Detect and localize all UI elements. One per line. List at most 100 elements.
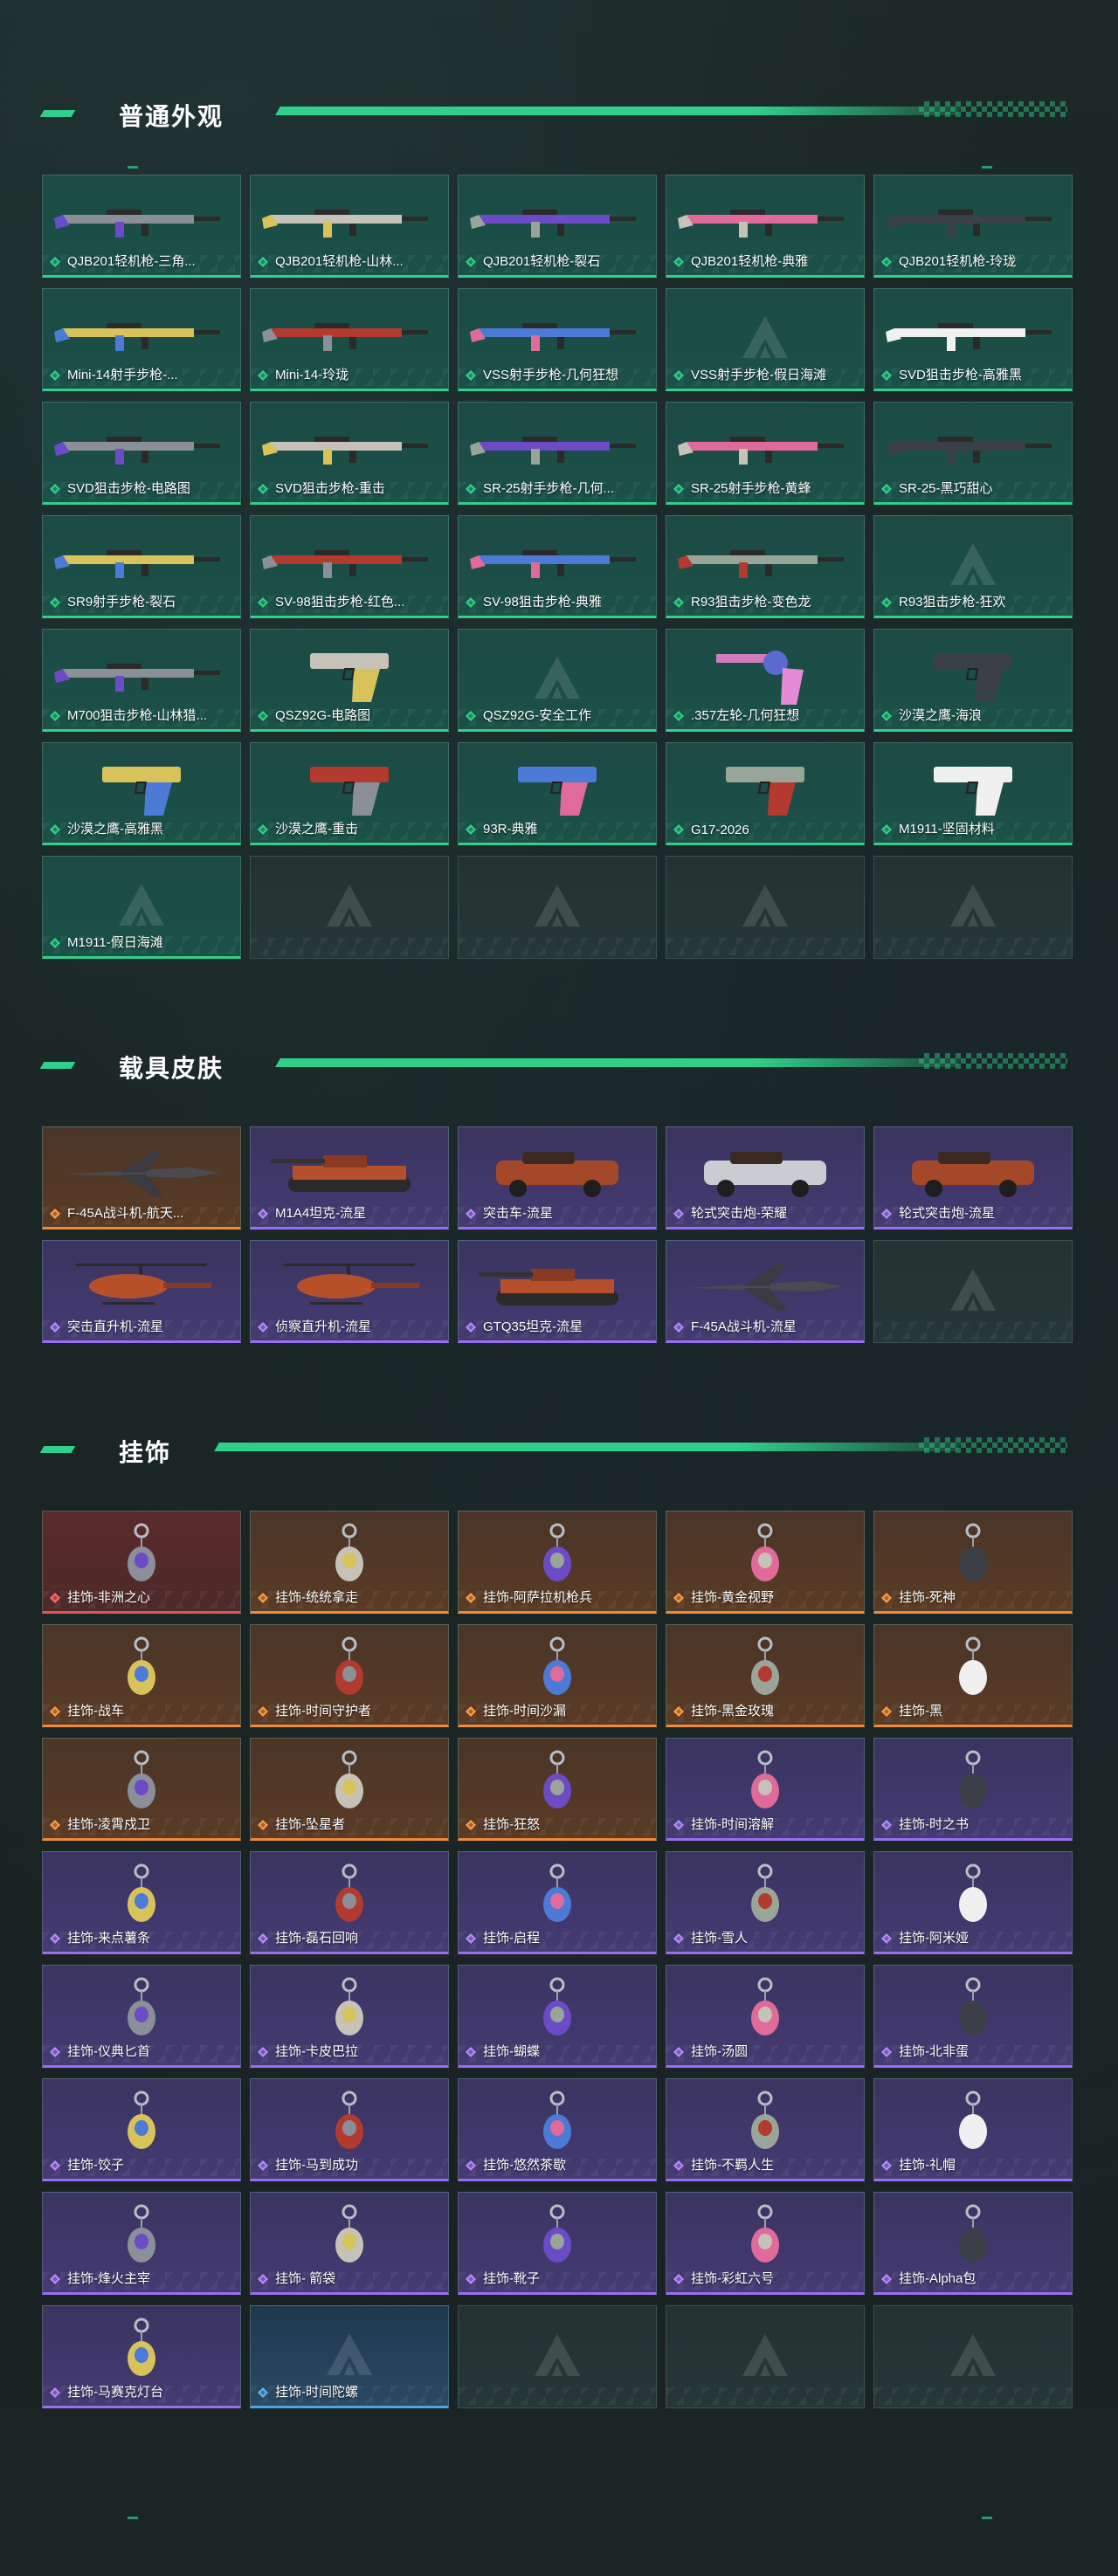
item-card[interactable]: GTQ35坦克-流星	[458, 1240, 657, 1343]
item-card[interactable]: F-45A战斗机-流星	[666, 1240, 865, 1343]
item-card[interactable]: SVD狙击步枪-高雅黑	[873, 288, 1073, 391]
item-card[interactable]: VSS射手步枪-几何狂想	[458, 288, 657, 391]
item-card[interactable]: 挂饰-黑金玫瑰	[666, 1624, 865, 1727]
item-card[interactable]: 挂饰-时之书	[873, 1738, 1073, 1841]
item-card[interactable]: 挂饰-磊石回响	[250, 1851, 449, 1954]
charm-icon	[751, 1750, 779, 1809]
item-card[interactable]: 轮式突击炮-荣耀	[666, 1126, 865, 1229]
item-card[interactable]: 挂饰-时间陀螺	[250, 2305, 449, 2408]
item-card[interactable]: 侦察直升机-流星	[250, 1240, 449, 1343]
item-card[interactable]: 挂饰-时间沙漏	[458, 1624, 657, 1727]
item-card[interactable]: QJB201轻机枪-典雅	[666, 175, 865, 278]
watermark-logo-icon	[327, 2333, 372, 2375]
item-card[interactable]: 挂饰-雪人	[666, 1851, 865, 1954]
item-card[interactable]: 挂饰-马赛克灯台	[42, 2305, 241, 2408]
pistol-icon	[310, 767, 389, 816]
item-card[interactable]: 沙漠之鹰-海浪	[873, 629, 1073, 732]
item-card[interactable]: 挂饰-凌霄戍卫	[42, 1738, 241, 1841]
item-card[interactable]: SR-25射手步枪-黄蜂	[666, 402, 865, 505]
item-card[interactable]: 挂饰-礼帽	[873, 2078, 1073, 2181]
item-card[interactable]: QJB201轻机枪-三角...	[42, 175, 241, 278]
item-label: 挂饰-黄金视野	[691, 1590, 774, 1605]
item-card[interactable]: SV-98狙击步枪-典雅	[458, 515, 657, 618]
charm-icon	[751, 2090, 779, 2150]
item-card[interactable]: 挂饰-黑	[873, 1624, 1073, 1727]
item-card[interactable]: 挂饰-死神	[873, 1511, 1073, 1614]
item-card[interactable]: 突击直升机-流星	[42, 1240, 241, 1343]
item-card[interactable]: M1911-坚固材料	[873, 742, 1073, 845]
charm-icon	[335, 2204, 363, 2263]
item-card[interactable]: QJB201轻机枪-山林...	[250, 175, 449, 278]
item-label: 挂饰-磊石回响	[275, 1931, 358, 1946]
pistol-icon	[934, 653, 1012, 703]
item-card[interactable]: 沙漠之鹰-重击	[250, 742, 449, 845]
item-card[interactable]: M700狙击步枪-山林猎...	[42, 629, 241, 732]
item-card[interactable]: 挂饰-坠星者	[250, 1738, 449, 1841]
item-card[interactable]: QJB201轻机枪-玲珑	[873, 175, 1073, 278]
rifle-icon	[678, 437, 844, 465]
item-card[interactable]: SR-25射手步枪-几何...	[458, 402, 657, 505]
item-card[interactable]: M1911-假日海滩	[42, 856, 241, 959]
item-card[interactable]: R93狙击步枪-变色龙	[666, 515, 865, 618]
item-card[interactable]: 挂饰-非洲之心	[42, 1511, 241, 1614]
item-card[interactable]: 挂饰-统统拿走	[250, 1511, 449, 1614]
rarity-diamond-icon	[673, 257, 684, 267]
item-label: G17-2026	[691, 823, 749, 837]
item-card[interactable]: 挂饰-彩虹六号	[666, 2192, 865, 2295]
item-card[interactable]: Mini-14射手步枪-...	[42, 288, 241, 391]
item-card[interactable]: 挂饰-蝴蝶	[458, 1965, 657, 2068]
item-card[interactable]: QJB201轻机枪-裂石	[458, 175, 657, 278]
item-card[interactable]: 挂饰-饺子	[42, 2078, 241, 2181]
rarity-diamond-icon	[673, 2274, 684, 2284]
item-card[interactable]: 挂饰-仪典匕首	[42, 1965, 241, 2068]
item-card[interactable]: SV-98狙击步枪-红色...	[250, 515, 449, 618]
item-card[interactable]: QSZ92G-电路图	[250, 629, 449, 732]
item-card[interactable]: 挂饰- 箭袋	[250, 2192, 449, 2295]
item-card[interactable]: 挂饰-Alpha包	[873, 2192, 1073, 2295]
item-card[interactable]: 挂饰-靴子	[458, 2192, 657, 2295]
item-card[interactable]: 轮式突击炮-流星	[873, 1126, 1073, 1229]
item-card[interactable]: F-45A战斗机-航天...	[42, 1126, 241, 1229]
item-card[interactable]: 挂饰-阿萨拉机枪兵	[458, 1511, 657, 1614]
charm-icon	[959, 1523, 987, 1582]
item-card[interactable]: 挂饰-时间守护者	[250, 1624, 449, 1727]
item-card[interactable]: 挂饰-启程	[458, 1851, 657, 1954]
item-card[interactable]: SVD狙击步枪-重击	[250, 402, 449, 505]
item-card[interactable]: 挂饰-来点薯条	[42, 1851, 241, 1954]
item-card[interactable]: G17-2026	[666, 742, 865, 845]
item-card[interactable]: 挂饰-阿米娅	[873, 1851, 1073, 1954]
item-card[interactable]: 挂饰-马到成功	[250, 2078, 449, 2181]
item-card[interactable]: Mini-14-玲珑	[250, 288, 449, 391]
item-card[interactable]: SR9射手步枪-裂石	[42, 515, 241, 618]
item-card[interactable]: 挂饰-时间溶解	[666, 1738, 865, 1841]
item-card[interactable]: 挂饰-烽火主宰	[42, 2192, 241, 2295]
item-label: 挂饰-Alpha包	[899, 2271, 977, 2286]
rarity-diamond-icon	[673, 1820, 684, 1830]
item-card[interactable]: R93狙击步枪-狂欢	[873, 515, 1073, 618]
item-card[interactable]: 挂饰-战车	[42, 1624, 241, 1727]
item-card[interactable]: 挂饰-汤圆	[666, 1965, 865, 2068]
item-card[interactable]: VSS射手步枪-假日海滩	[666, 288, 865, 391]
item-card[interactable]: SVD狙击步枪-电路图	[42, 402, 241, 505]
item-card[interactable]: .357左轮-几何狂想	[666, 629, 865, 732]
section-title: 普通外观	[119, 103, 224, 130]
empty-slot	[873, 2305, 1073, 2408]
rarity-diamond-icon	[50, 2387, 60, 2398]
item-card[interactable]: 93R-典雅	[458, 742, 657, 845]
item-card[interactable]: 挂饰-卡皮巴拉	[250, 1965, 449, 2068]
revolver-icon	[716, 651, 804, 706]
item-label: R93狙击步枪-变色龙	[691, 595, 811, 610]
item-card[interactable]: 沙漠之鹰-高雅黑	[42, 742, 241, 845]
item-card[interactable]: SR-25-黑巧甜心	[873, 402, 1073, 505]
item-card[interactable]: 突击车-流星	[458, 1126, 657, 1229]
item-card[interactable]: QSZ92G-安全工作	[458, 629, 657, 732]
charm-icon	[335, 1523, 363, 1582]
rarity-diamond-icon	[466, 824, 476, 835]
item-card[interactable]: 挂饰-悠然茶歇	[458, 2078, 657, 2181]
item-card[interactable]: 挂饰-狂怒	[458, 1738, 657, 1841]
item-card[interactable]: 挂饰-北非蛋	[873, 1965, 1073, 2068]
item-card[interactable]: 挂饰-不羁人生	[666, 2078, 865, 2181]
item-card[interactable]: 挂饰-黄金视野	[666, 1511, 865, 1614]
rarity-diamond-icon	[466, 1706, 476, 1717]
item-card[interactable]: M1A4坦克-流星	[250, 1126, 449, 1229]
